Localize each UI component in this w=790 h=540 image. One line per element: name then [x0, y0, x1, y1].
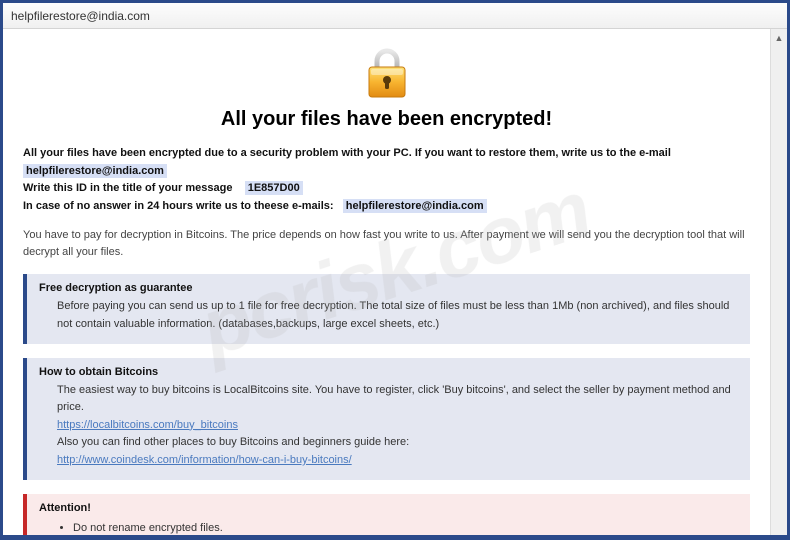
contact-email-2: helpfilerestore@india.com — [343, 199, 487, 213]
content-area: All your files have been encrypted! All … — [3, 29, 770, 535]
attention-title: Attention! — [39, 502, 740, 514]
payment-note: You have to pay for decryption in Bitcoi… — [23, 227, 750, 260]
free-decryption-title: Free decryption as guarantee — [39, 282, 740, 294]
free-decryption-section: Free decryption as guarantee Before payi… — [23, 274, 750, 343]
message-id: 1E857D00 — [245, 181, 303, 195]
vertical-scrollbar[interactable]: ▲ — [770, 29, 787, 535]
free-decryption-body: Before paying you can send us up to 1 fi… — [39, 298, 740, 333]
app-window: helpfilerestore@india.com — [2, 2, 788, 536]
lock-icon — [363, 47, 411, 99]
page-title: All your files have been encrypted! — [23, 108, 750, 131]
intro-line3: In case of no answer in 24 hours write u… — [23, 200, 334, 212]
lock-container — [23, 47, 750, 102]
obtain-bitcoins-section: How to obtain Bitcoins The easiest way t… — [23, 358, 750, 480]
scroll-up-arrow[interactable]: ▲ — [771, 29, 787, 46]
obtain-bitcoins-body: The easiest way to buy bitcoins is Local… — [39, 382, 740, 470]
intro-line1: All your files have been encrypted due t… — [23, 147, 671, 159]
titlebar: helpfilerestore@india.com — [3, 3, 787, 29]
coindesk-link[interactable]: http://www.coindesk.com/information/how-… — [57, 454, 352, 466]
bitcoins-line2: Also you can find other places to buy Bi… — [57, 436, 409, 448]
attention-list: Do not rename encrypted files. Do not tr… — [39, 518, 740, 535]
obtain-bitcoins-title: How to obtain Bitcoins — [39, 366, 740, 378]
localbitcoins-link[interactable]: https://localbitcoins.com/buy_bitcoins — [57, 419, 238, 431]
intro-line2: Write this ID in the title of your messa… — [23, 182, 232, 194]
window-title: helpfilerestore@india.com — [11, 9, 150, 23]
content-wrapper: All your files have been encrypted! All … — [3, 29, 787, 535]
contact-email-1: helpfilerestore@india.com — [23, 164, 167, 178]
attention-section: Attention! Do not rename encrypted files… — [23, 494, 750, 535]
intro-block: All your files have been encrypted due t… — [23, 145, 750, 215]
bitcoins-line1: The easiest way to buy bitcoins is Local… — [57, 384, 731, 414]
list-item: Do not rename encrypted files. — [73, 518, 740, 535]
